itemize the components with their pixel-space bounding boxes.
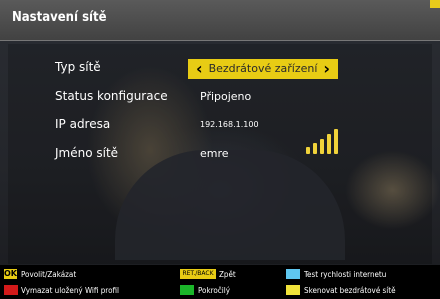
red-key-label: Vymazat uložený Wifi profil — [21, 286, 120, 295]
network-type-label: Typ sítě — [55, 60, 101, 74]
corner-marker — [430, 0, 440, 8]
network-name-label: Jméno sítě — [55, 146, 119, 160]
network-type-selector[interactable]: ‹ Bezdrátové zařízení › — [188, 59, 338, 79]
yellow-key-label: Skenovat bezdrátové sítě — [304, 286, 396, 295]
config-status-value: Připojeno — [200, 90, 252, 103]
signal-bar — [306, 147, 310, 154]
green-key-icon — [180, 285, 194, 295]
green-key-label: Pokročilý — [198, 286, 231, 295]
signal-bar — [320, 139, 324, 154]
ip-address-label: IP adresa — [55, 117, 111, 131]
config-status-label: Status konfigurace — [55, 89, 168, 103]
back-key-label: Zpět — [219, 270, 236, 279]
network-type-value: Bezdrátové zařízení — [208, 62, 318, 75]
page-title: Nastavení sítě — [12, 10, 107, 25]
back-key-icon: RET./BACK — [180, 269, 216, 279]
signal-strength-icon — [306, 128, 340, 154]
footer-legend: OK Povolit/Zakázat RET./BACK Zpět Test r… — [0, 265, 440, 299]
ok-key-label: Povolit/Zakázat — [21, 270, 77, 279]
signal-bar — [334, 129, 338, 154]
chevron-right-icon[interactable]: › — [323, 59, 330, 79]
title-bar: Nastavení sítě — [0, 0, 440, 41]
yellow-key-icon — [286, 285, 300, 295]
network-name-value: emre — [200, 147, 229, 160]
ip-address-value: 192.168.1.100 — [200, 120, 259, 129]
blue-key-label: Test rychlosti internetu — [304, 270, 387, 279]
signal-bar — [327, 134, 331, 154]
red-key-icon — [4, 285, 18, 295]
signal-bar — [313, 143, 317, 154]
ok-key-icon: OK — [4, 269, 17, 279]
blue-key-icon — [286, 269, 300, 279]
